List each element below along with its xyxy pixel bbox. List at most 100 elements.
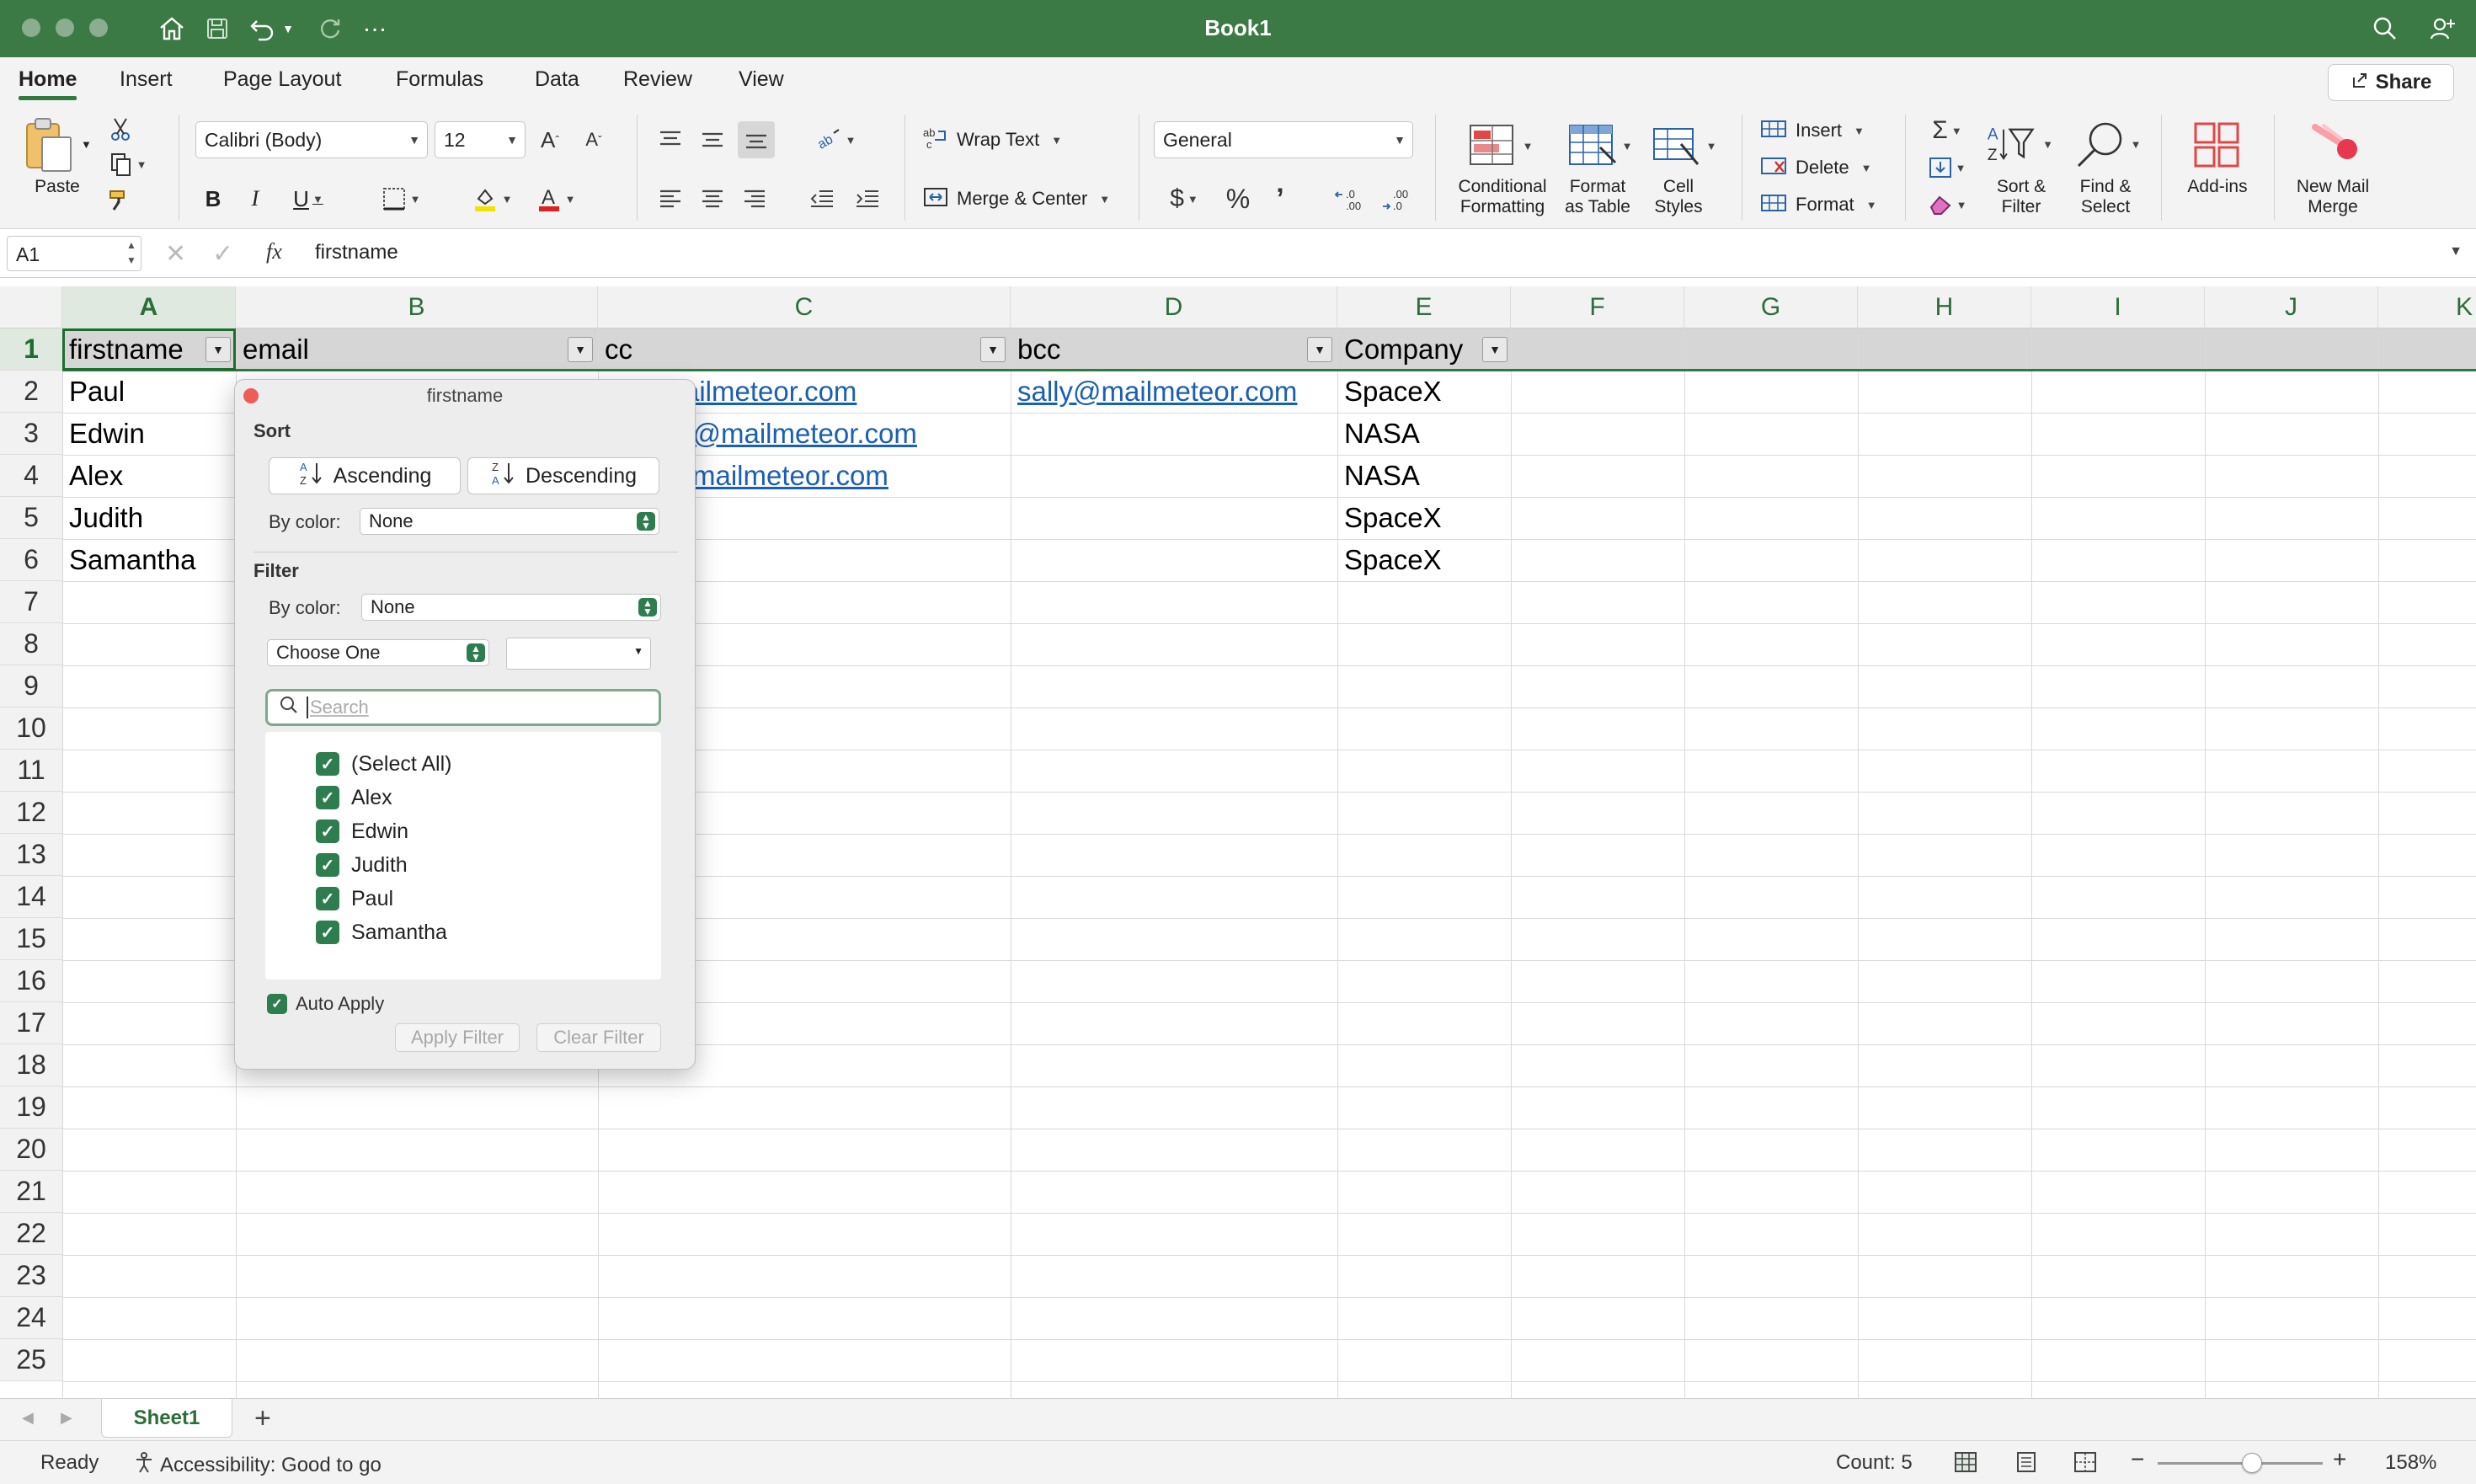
decrease-indent-icon[interactable] xyxy=(805,182,839,216)
delete-cells-button[interactable]: Delete ▼ xyxy=(1760,153,1886,182)
conditional-formatting-icon[interactable]: ▼ xyxy=(1462,120,1538,172)
format-cells-button[interactable]: Format ▼ xyxy=(1760,190,1886,219)
cell-e5[interactable]: SpaceX xyxy=(1339,497,1507,539)
increase-indent-icon[interactable] xyxy=(851,182,884,216)
row-header-15[interactable]: 15 xyxy=(0,918,62,960)
formula-input[interactable]: firstname xyxy=(315,241,398,264)
row-header-9[interactable]: 9 xyxy=(0,665,62,707)
filter-value-combo[interactable]: ▼ xyxy=(506,638,651,670)
row-header-8[interactable]: 8 xyxy=(0,623,62,665)
format-as-table-icon[interactable]: ▼ xyxy=(1561,120,1637,172)
row-header-2[interactable]: 2 xyxy=(0,371,62,413)
borders-icon[interactable]: ▼ xyxy=(374,182,428,216)
orientation-icon[interactable]: ab ▼ xyxy=(805,123,866,157)
merge-center-button[interactable]: Merge & Center ▼ xyxy=(923,180,1125,217)
cell-c2[interactable]: ailmeteor.com xyxy=(684,371,1004,413)
tab-data[interactable]: Data xyxy=(535,67,579,92)
comma-style-icon[interactable]: ’ xyxy=(1263,182,1297,216)
underline-button[interactable]: U ▼ xyxy=(283,182,334,216)
filter-item-alex[interactable]: ✓ Alex xyxy=(316,784,392,811)
row-header-21[interactable]: 21 xyxy=(0,1171,62,1213)
confirm-entry-icon[interactable]: ✓ xyxy=(212,239,233,269)
italic-button[interactable]: I xyxy=(241,182,269,216)
page-break-view-icon[interactable] xyxy=(2073,1451,2097,1479)
cell-e4[interactable]: NASA xyxy=(1339,455,1507,497)
paste-button[interactable] xyxy=(20,116,79,175)
filter-search-input[interactable]: Search xyxy=(265,689,661,726)
column-header-c[interactable]: C xyxy=(598,286,1011,328)
font-color-icon[interactable]: A ▼ xyxy=(529,182,583,216)
cell-e3[interactable]: NASA xyxy=(1339,413,1507,455)
column-header-h[interactable]: H xyxy=(1858,286,2031,328)
column-header-b[interactable]: B xyxy=(236,286,598,328)
copy-icon[interactable]: ▼ xyxy=(104,150,152,179)
row-header-19[interactable]: 19 xyxy=(0,1086,62,1129)
align-middle-icon[interactable] xyxy=(696,123,729,157)
filter-by-color-select[interactable]: None ▲ ▼ xyxy=(361,594,661,621)
row-header-7[interactable]: 7 xyxy=(0,581,62,623)
increase-font-size-icon[interactable]: Aˆ xyxy=(532,121,568,158)
row-header-13[interactable]: 13 xyxy=(0,834,62,876)
row-header-24[interactable]: 24 xyxy=(0,1297,62,1339)
filter-value-dropdown-icon[interactable]: ▼ xyxy=(633,645,643,657)
row-header-4[interactable]: 4 xyxy=(0,455,62,497)
add-sheet-icon[interactable]: + xyxy=(254,1402,271,1435)
cell-c4[interactable]: mailmeteor.com xyxy=(692,455,1004,497)
zoom-slider-thumb[interactable] xyxy=(2242,1453,2262,1473)
align-right-icon[interactable] xyxy=(738,182,771,216)
expand-formula-bar-icon[interactable]: ▼ xyxy=(2449,244,2463,259)
column-header-i[interactable]: I xyxy=(2031,286,2205,328)
tab-insert[interactable]: Insert xyxy=(120,67,173,92)
fill-color-icon[interactable]: ▼ xyxy=(465,182,519,216)
column-header-a[interactable]: A xyxy=(62,286,236,328)
filter-item-select-all[interactable]: ✓ (Select All) xyxy=(316,750,451,777)
cell-e2[interactable]: SpaceX xyxy=(1339,371,1507,413)
tab-page-layout[interactable]: Page Layout xyxy=(223,67,341,92)
name-box-stepper-icon[interactable]: ▲ ▼ xyxy=(126,238,136,268)
tab-view[interactable]: View xyxy=(739,67,784,92)
sort-ascending-button[interactable]: AZ Ascending xyxy=(269,457,461,494)
cell-d1[interactable]: bcc xyxy=(1012,328,1299,371)
sheet-tab-sheet1[interactable]: Sheet1 xyxy=(101,1399,232,1438)
mail-merge-comet-icon[interactable] xyxy=(2306,118,2368,173)
cell-c3[interactable]: s@mailmeteor.com xyxy=(679,413,1007,455)
fill-icon[interactable]: ▼ xyxy=(1922,153,1972,182)
zoom-slider-track[interactable] xyxy=(2158,1462,2323,1465)
currency-icon[interactable]: $ ▼ xyxy=(1157,182,1211,216)
previous-sheet-icon[interactable]: ◀ xyxy=(22,1409,34,1427)
row-header-10[interactable]: 10 xyxy=(0,707,62,750)
align-bottom-icon[interactable] xyxy=(738,121,775,158)
filter-item-paul[interactable]: ✓ Paul xyxy=(316,885,393,912)
column-header-j[interactable]: J xyxy=(2205,286,2378,328)
decrease-decimal-icon[interactable]: .00.0 xyxy=(1378,182,1418,216)
wrap-text-button[interactable]: ab c Wrap Text ▼ xyxy=(923,121,1075,158)
row-header-12[interactable]: 12 xyxy=(0,792,62,834)
format-painter-icon[interactable] xyxy=(104,185,133,214)
row-header-23[interactable]: 23 xyxy=(0,1255,62,1297)
insert-cells-button[interactable]: Insert ▼ xyxy=(1760,116,1886,145)
page-layout-view-icon[interactable] xyxy=(2014,1451,2038,1479)
number-format-select[interactable]: General ▼ xyxy=(1154,121,1413,158)
normal-view-icon[interactable] xyxy=(1954,1451,1977,1479)
cut-icon[interactable] xyxy=(106,115,135,143)
row-header-18[interactable]: 18 xyxy=(0,1044,62,1086)
filter-item-samantha[interactable]: ✓ Samantha xyxy=(316,919,447,946)
cell-d2[interactable]: sally@mailmeteor.com xyxy=(1012,371,1336,413)
increase-decimal-icon[interactable]: .0.00 xyxy=(1331,182,1371,216)
find-select-icon[interactable]: ▼ xyxy=(2072,118,2144,170)
tab-home[interactable]: Home xyxy=(19,67,77,100)
select-all-corner[interactable] xyxy=(0,286,62,328)
row-header-11[interactable]: 11 xyxy=(0,750,62,792)
cell-e1[interactable]: Company xyxy=(1339,328,1465,371)
search-icon[interactable] xyxy=(2368,12,2402,45)
zoom-in-icon[interactable]: + xyxy=(2333,1446,2346,1473)
filter-dropdown-d[interactable]: ▼ xyxy=(1307,337,1332,362)
sort-descending-button[interactable]: ZA Descending xyxy=(467,457,659,494)
row-header-22[interactable]: 22 xyxy=(0,1213,62,1255)
cell-a2[interactable]: Paul xyxy=(64,371,232,413)
font-size-select[interactable]: 12 ▼ xyxy=(435,121,526,158)
row-header-5[interactable]: 5 xyxy=(0,497,62,539)
column-header-g[interactable]: G xyxy=(1684,286,1858,328)
column-header-e[interactable]: E xyxy=(1337,286,1511,328)
apply-filter-button[interactable]: Apply Filter xyxy=(395,1023,520,1052)
